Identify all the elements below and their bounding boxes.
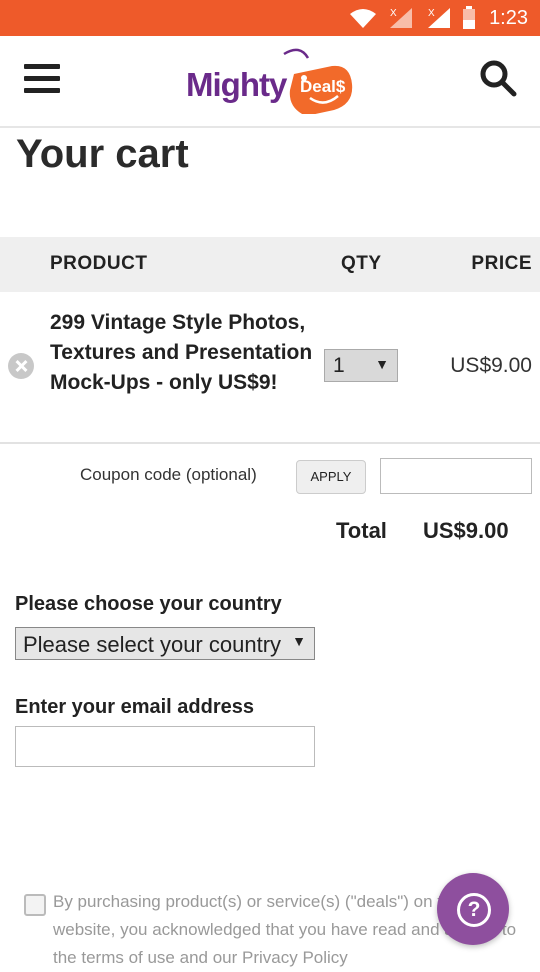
price-tag-icon: Deal$ xyxy=(283,48,353,114)
menu-button[interactable] xyxy=(24,64,60,96)
question-icon: ? xyxy=(457,893,491,927)
mightydeals-logo[interactable]: Mighty Deal$ xyxy=(186,46,356,116)
cart-item-row: 299 Vintage Style Photos, Textures and P… xyxy=(0,292,540,444)
cart-table-header: PRODUCT QTY PRICE xyxy=(0,237,540,292)
column-header-price: PRICE xyxy=(471,253,532,274)
cart-item-price: US$9.00 xyxy=(450,354,532,377)
logo-deals-text: Deal$ xyxy=(300,77,346,96)
dropdown-arrow-icon: ▼ xyxy=(292,633,306,649)
help-button[interactable]: ? xyxy=(437,873,509,945)
quantity-select[interactable]: 1 ▼ xyxy=(324,349,398,382)
coupon-input[interactable] xyxy=(380,458,532,494)
terms-checkbox[interactable] xyxy=(24,894,46,916)
app-header: Mighty Deal$ xyxy=(0,36,540,128)
cart-item-name[interactable]: 299 Vintage Style Photos, Textures and P… xyxy=(50,308,318,398)
coupon-label: Coupon code (optional) xyxy=(80,465,257,484)
total-label: Total xyxy=(336,518,387,543)
hamburger-icon-line xyxy=(24,88,60,93)
remove-item-icon[interactable] xyxy=(8,353,34,379)
country-select[interactable]: Please select your country ▼ xyxy=(15,627,315,660)
status-bar: X X 1:23 xyxy=(0,0,540,36)
wifi-icon xyxy=(350,9,376,28)
signal-icon-2: X xyxy=(428,8,450,28)
svg-text:X: X xyxy=(428,8,435,19)
search-icon[interactable] xyxy=(478,58,518,98)
email-label: Enter your email address xyxy=(15,696,254,718)
dropdown-arrow-icon: ▼ xyxy=(375,356,389,372)
column-header-product: PRODUCT xyxy=(50,253,148,274)
status-time: 1:23 xyxy=(489,7,528,29)
email-field[interactable] xyxy=(15,726,315,767)
logo-mighty-text: Mighty xyxy=(186,66,287,103)
apply-coupon-button[interactable]: APPLY xyxy=(296,460,366,494)
country-label: Please choose your country xyxy=(15,593,282,615)
total-value: US$9.00 xyxy=(423,518,509,543)
country-selected-value: Please select your country xyxy=(23,632,282,657)
svg-text:X: X xyxy=(390,8,397,19)
quantity-value: 1 xyxy=(333,354,345,377)
hamburger-icon-line xyxy=(24,64,60,69)
signal-icon: X xyxy=(390,8,412,28)
column-header-qty: QTY xyxy=(341,253,382,274)
page-title: Your cart xyxy=(16,132,189,176)
battery-icon xyxy=(463,6,475,29)
hamburger-icon-line xyxy=(24,76,60,81)
